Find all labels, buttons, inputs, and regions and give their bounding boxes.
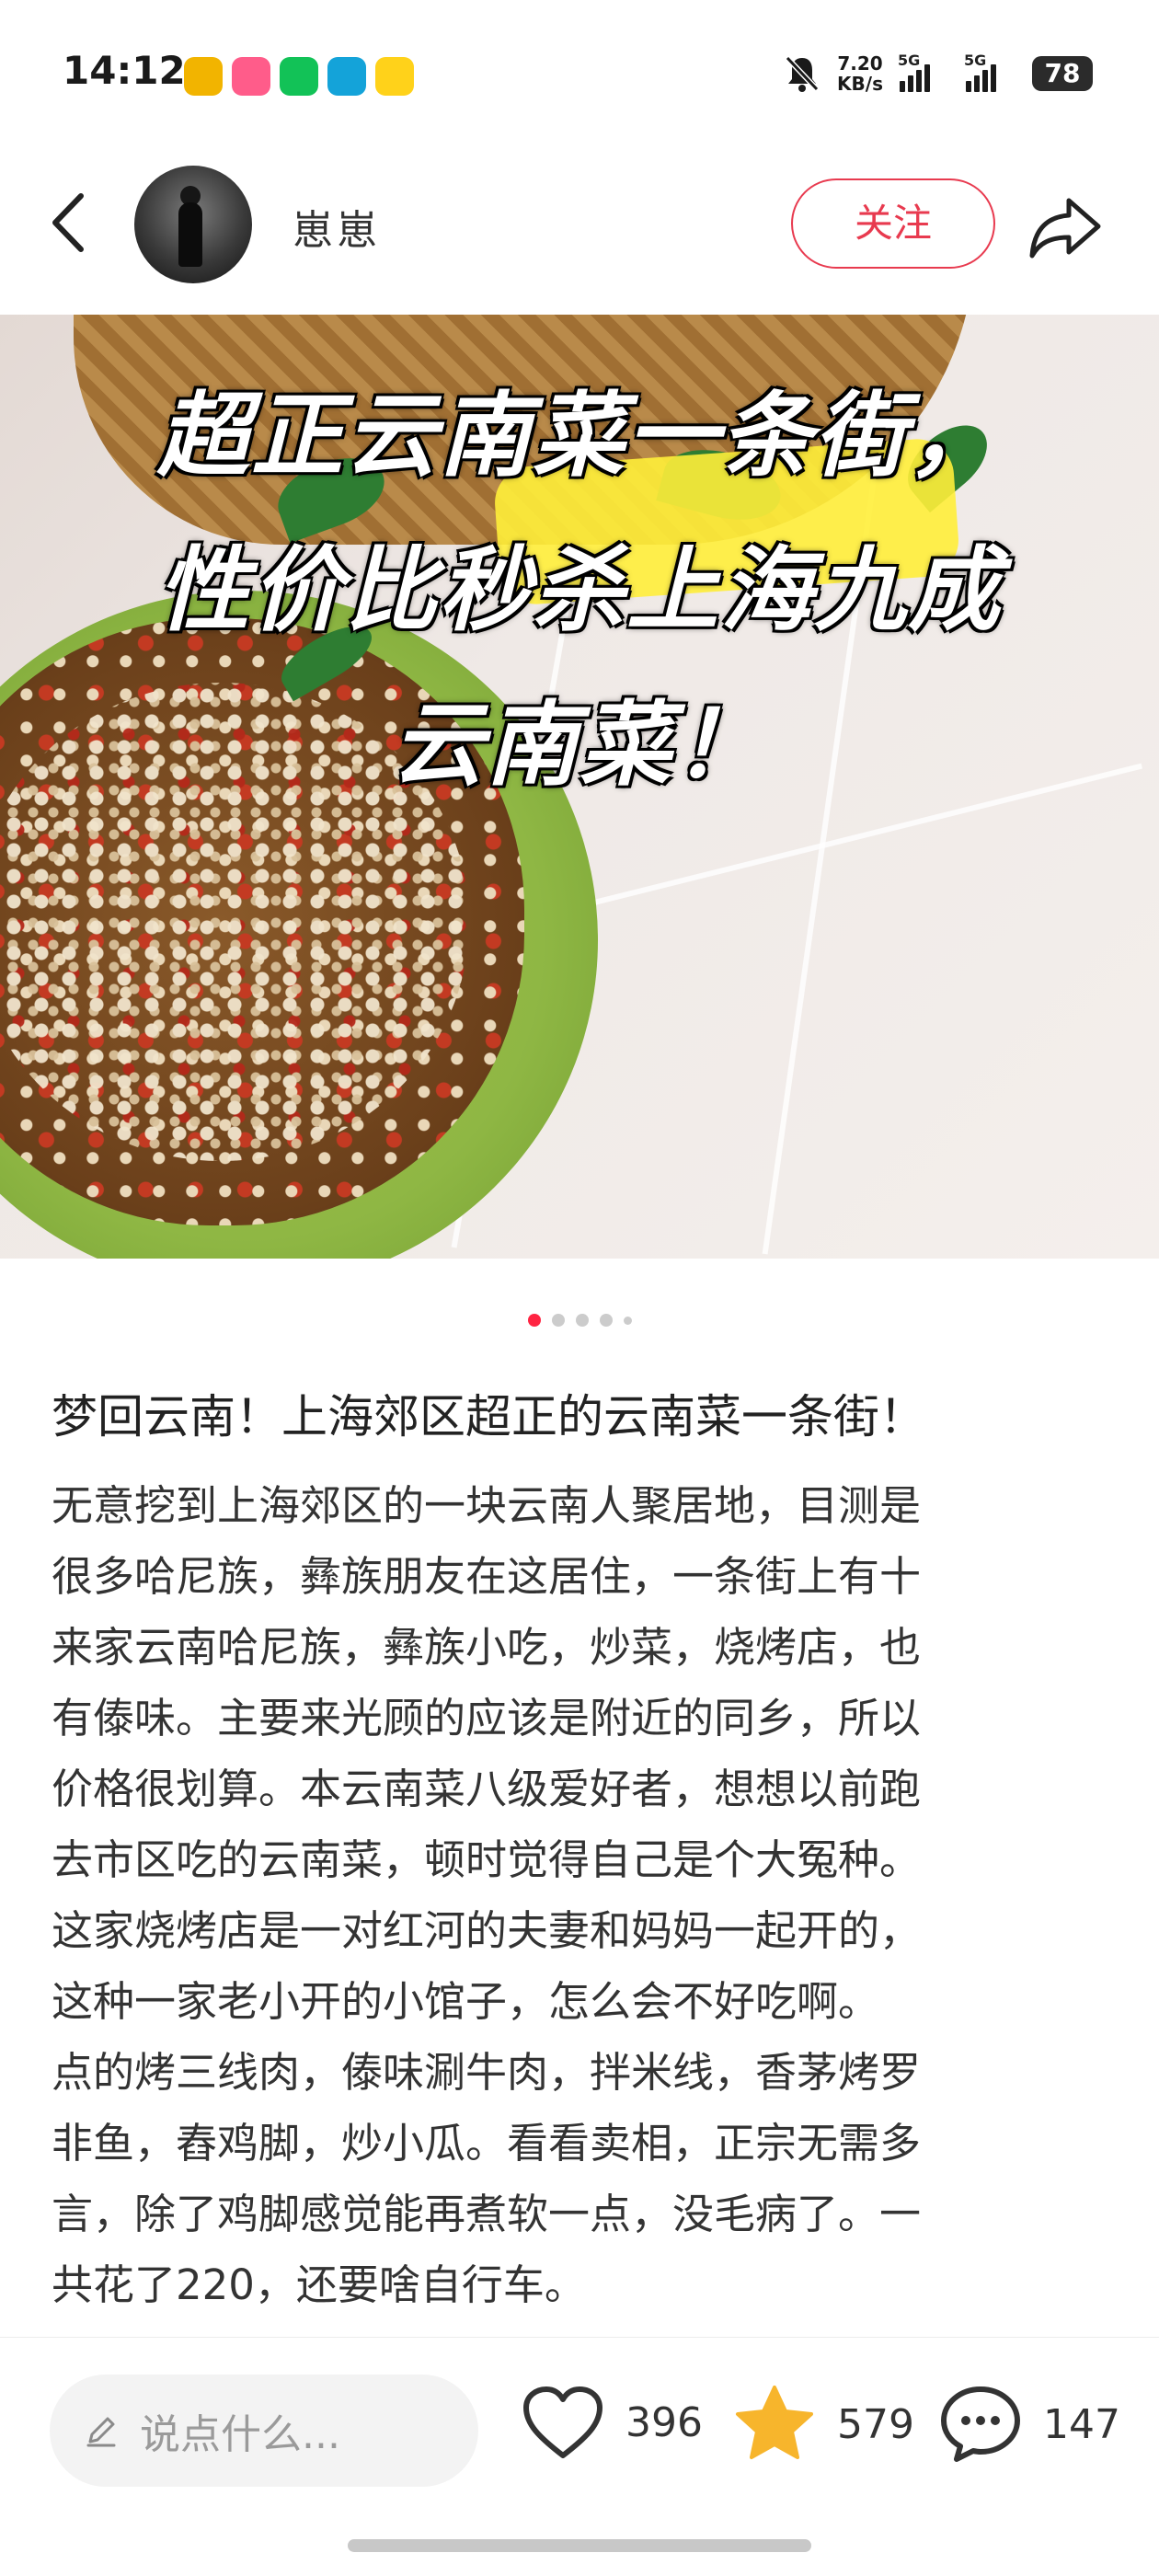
- comment-placeholder: 说点什么...: [140, 2411, 340, 2458]
- wechat-icon: [280, 57, 318, 96]
- overlay-title-line: 云南菜！: [392, 691, 767, 799]
- post-image[interactable]: 超正云南菜一条街， 性价比秒杀上海九成 云南菜！: [0, 315, 1159, 1259]
- share-button[interactable]: [1027, 190, 1104, 267]
- share-icon: [1029, 198, 1101, 259]
- battery-icon: 78: [1032, 56, 1093, 91]
- post-body-line: 有傣味。主要来光顾的应该是附近的同乡，所以: [52, 1694, 922, 1742]
- carousel-dot: [575, 1314, 589, 1327]
- net-speed-value: 7.20: [837, 52, 883, 75]
- chevron-left-icon: [52, 193, 84, 252]
- post-body-line: 共花了220，还要啥自行车。: [52, 2260, 586, 2309]
- home-indicator[interactable]: [348, 2539, 811, 2552]
- signal-label: 5G: [964, 52, 987, 69]
- post-body-line: 非鱼，舂鸡脚，炒小瓜。看看卖相，正宗无需多: [52, 2119, 922, 2168]
- app-icon: [327, 57, 366, 96]
- post-body-line: 这家烧烤店是一对红河的夫妻和妈妈一起开的，: [52, 1906, 922, 1955]
- heart-icon: [523, 2386, 602, 2458]
- carousel-indicator: [0, 1314, 1159, 1327]
- status-indicators: 7.20 KB/s 5G 5G 78: [784, 52, 1093, 94]
- signal-label: 5G: [898, 52, 921, 69]
- post-body-line: 言，除了鸡脚感觉能再煮软一点，没毛病了。一: [52, 2190, 922, 2238]
- comment-bubble-icon: [941, 2386, 1020, 2462]
- music-icon: [232, 57, 270, 96]
- post-body-line: 点的烤三线肉，傣味涮牛肉，拌米线，香茅烤罗: [52, 2048, 922, 2097]
- store-icon: [375, 57, 414, 96]
- post-body: 无意挖到上海郊区的一块云南人聚居地，目测是 很多哈尼族，彝族朋友在这居住，一条街…: [52, 1470, 1109, 2320]
- collect-count: 579: [837, 2400, 914, 2448]
- post-body-line: 价格很划算。本云南菜八级爱好者，想想以前跑: [52, 1765, 922, 1813]
- bottom-action-bar: 说点什么... 396 579 147: [0, 2337, 1159, 2521]
- weibo-icon: [184, 57, 223, 96]
- like-button[interactable]: 396: [521, 2384, 703, 2461]
- image-overlay-title: 超正云南菜一条街， 性价比秒杀上海九成 云南菜！: [0, 359, 1159, 822]
- net-speed: 7.20 KB/s: [837, 53, 883, 94]
- post-body-line: 去市区吃的云南菜，顿时觉得自己是个大冤种。: [52, 1835, 922, 1884]
- star-icon: [736, 2386, 813, 2459]
- post-header: 崽崽 关注: [0, 156, 1159, 315]
- overlay-title-line: 超正云南菜一条街，: [157, 382, 1002, 489]
- author-name[interactable]: 崽崽: [293, 197, 381, 256]
- post-body-line: 无意挖到上海郊区的一块云南人聚居地，目测是: [52, 1481, 922, 1530]
- follow-button[interactable]: 关注: [791, 178, 995, 269]
- back-button[interactable]: [44, 190, 92, 256]
- post-body-line: 来家云南哈尼族，彝族小吃，炒菜，烧烤店，也: [52, 1623, 922, 1672]
- status-time: 14:12: [63, 48, 186, 93]
- signal-icon: 5G: [898, 52, 949, 92]
- post-title: 梦回云南！上海郊区超正的云南菜一条街！: [52, 1390, 925, 1443]
- comment-count: 147: [1043, 2400, 1120, 2448]
- net-speed-unit: KB/s: [837, 73, 883, 95]
- post-body-line: 很多哈尼族，彝族朋友在这居住，一条街上有十: [52, 1552, 922, 1601]
- mute-bell-icon: [785, 55, 820, 92]
- carousel-dot: [623, 1316, 632, 1325]
- status-app-icons: [184, 57, 414, 96]
- overlay-title-line: 性价比秒杀上海九成: [157, 536, 1002, 644]
- like-count: 396: [625, 2398, 703, 2446]
- pencil-icon: [86, 2417, 116, 2447]
- comment-button[interactable]: 147: [938, 2384, 1120, 2465]
- status-bar: 14:12 7.20 KB/s 5G 5G 78: [0, 0, 1159, 156]
- carousel-dot: [551, 1314, 565, 1327]
- avatar[interactable]: [134, 166, 252, 283]
- comment-input[interactable]: 说点什么...: [50, 2375, 478, 2487]
- collect-button[interactable]: 579: [732, 2384, 914, 2465]
- post-body-line: 这种一家老小开的小馆子，怎么会不好吃啊。: [52, 1977, 880, 2026]
- carousel-dot: [527, 1314, 541, 1327]
- signal-icon: 5G: [964, 52, 1016, 92]
- carousel-dot: [599, 1314, 613, 1327]
